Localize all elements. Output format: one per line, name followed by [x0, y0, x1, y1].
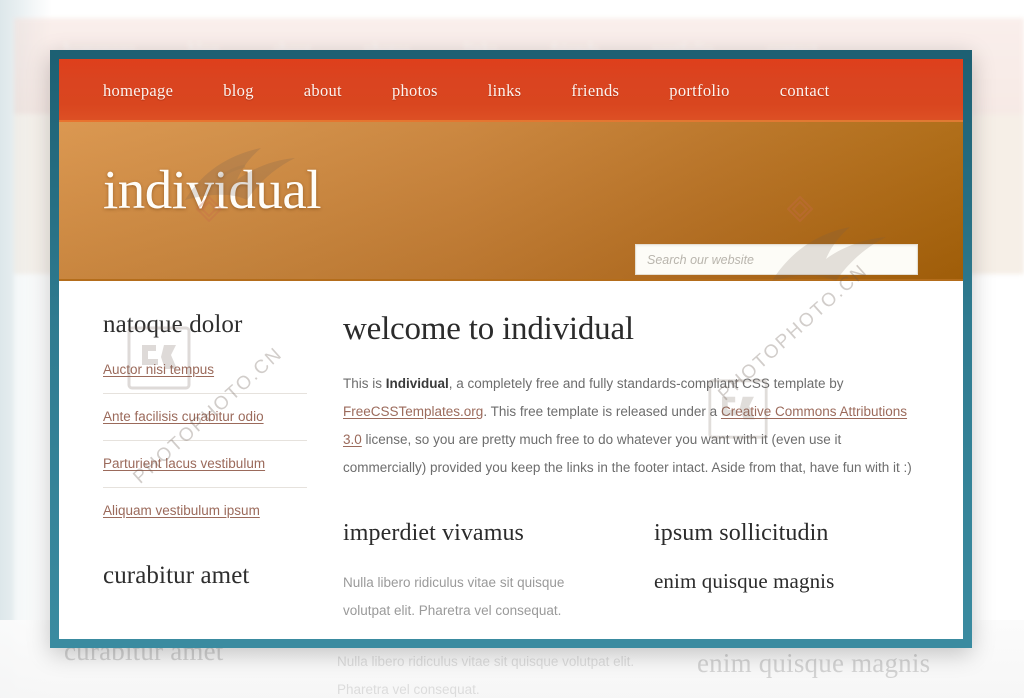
- search-form: [635, 244, 918, 275]
- column-title: imperdiet vivamus: [343, 520, 524, 546]
- sidebar-link-list: Auctor nisi tempus Ante facilisis curabi…: [103, 361, 307, 526]
- page-viewport: homepage blog about photos links friends…: [59, 59, 963, 639]
- background-ghost-paragraph: Nulla libero ridiculus vitae sit quisque…: [337, 654, 635, 697]
- intro-part-1: , a completely free and fully standards-…: [448, 376, 844, 391]
- site-banner: individual: [59, 122, 963, 281]
- main-navigation: homepage blog about photos links friends…: [59, 59, 963, 122]
- sidebar: natoque dolor Auctor nisi tempus Ante fa…: [103, 311, 335, 625]
- nav-item-portfolio[interactable]: portfolio: [669, 81, 729, 101]
- sidebar-title-secondary: curabitur amet: [103, 562, 250, 589]
- list-item: Aliquam vestibulum ipsum: [103, 502, 307, 526]
- nav-item-contact[interactable]: contact: [780, 81, 830, 101]
- column-text: Nulla libero ridiculus vitae sit quisque…: [343, 575, 565, 618]
- sidebar-link-parturient-lacus-vestibulum[interactable]: Parturient lacus vestibulum: [103, 456, 265, 471]
- main-column: welcome to individual This is Individual…: [335, 311, 919, 625]
- intro-lead: This is: [343, 376, 386, 391]
- browser-window: homepage blog about photos links friends…: [50, 50, 972, 648]
- nav-item-blog[interactable]: blog: [223, 81, 254, 101]
- link-freecsstemplates[interactable]: FreeCSSTemplates.org: [343, 404, 483, 419]
- sidebar-link-auctor-nisi-tempus[interactable]: Auctor nisi tempus: [103, 362, 214, 377]
- column-ipsum-sollicitudin: ipsum sollicitudin enim quisque magnis: [654, 520, 919, 625]
- nav-item-photos[interactable]: photos: [392, 81, 438, 101]
- sidebar-link-aliquam-vestibulum-ipsum[interactable]: Aliquam vestibulum ipsum: [103, 503, 260, 518]
- intro-part-2: . This free template is released under a: [483, 404, 721, 419]
- list-item: Parturient lacus vestibulum: [103, 455, 307, 488]
- site-logo[interactable]: individual: [103, 162, 322, 217]
- nav-item-homepage[interactable]: homepage: [103, 81, 173, 101]
- list-item: Ante facilisis curabitur odio: [103, 408, 307, 441]
- nav-item-friends[interactable]: friends: [571, 81, 619, 101]
- background-ghost-subheading: enim quisque magnis: [697, 648, 931, 678]
- intro-brand: Individual: [385, 376, 449, 391]
- page-title: welcome to individual: [343, 311, 634, 347]
- column-imperdiet-vivamus: imperdiet vivamus Nulla libero ridiculus…: [343, 520, 608, 625]
- list-item: Auctor nisi tempus: [103, 361, 307, 394]
- column-subtitle: enim quisque magnis: [654, 569, 835, 593]
- search-input[interactable]: [635, 244, 918, 275]
- sidebar-link-ante-facilisis-curabitur-odio[interactable]: Ante facilisis curabitur odio: [103, 409, 264, 424]
- nav-item-links[interactable]: links: [488, 81, 522, 101]
- intro-part-3: license, so you are pretty much free to …: [343, 432, 912, 475]
- nav-item-about[interactable]: about: [304, 81, 342, 101]
- intro-paragraph: This is Individual, a completely free an…: [343, 370, 919, 482]
- nav-list: homepage blog about photos links friends…: [59, 59, 963, 122]
- two-column-section: imperdiet vivamus Nulla libero ridiculus…: [343, 520, 919, 625]
- column-title: ipsum sollicitudin: [654, 520, 829, 546]
- sidebar-title: natoque dolor: [103, 311, 243, 338]
- page-content: natoque dolor Auctor nisi tempus Ante fa…: [59, 281, 963, 625]
